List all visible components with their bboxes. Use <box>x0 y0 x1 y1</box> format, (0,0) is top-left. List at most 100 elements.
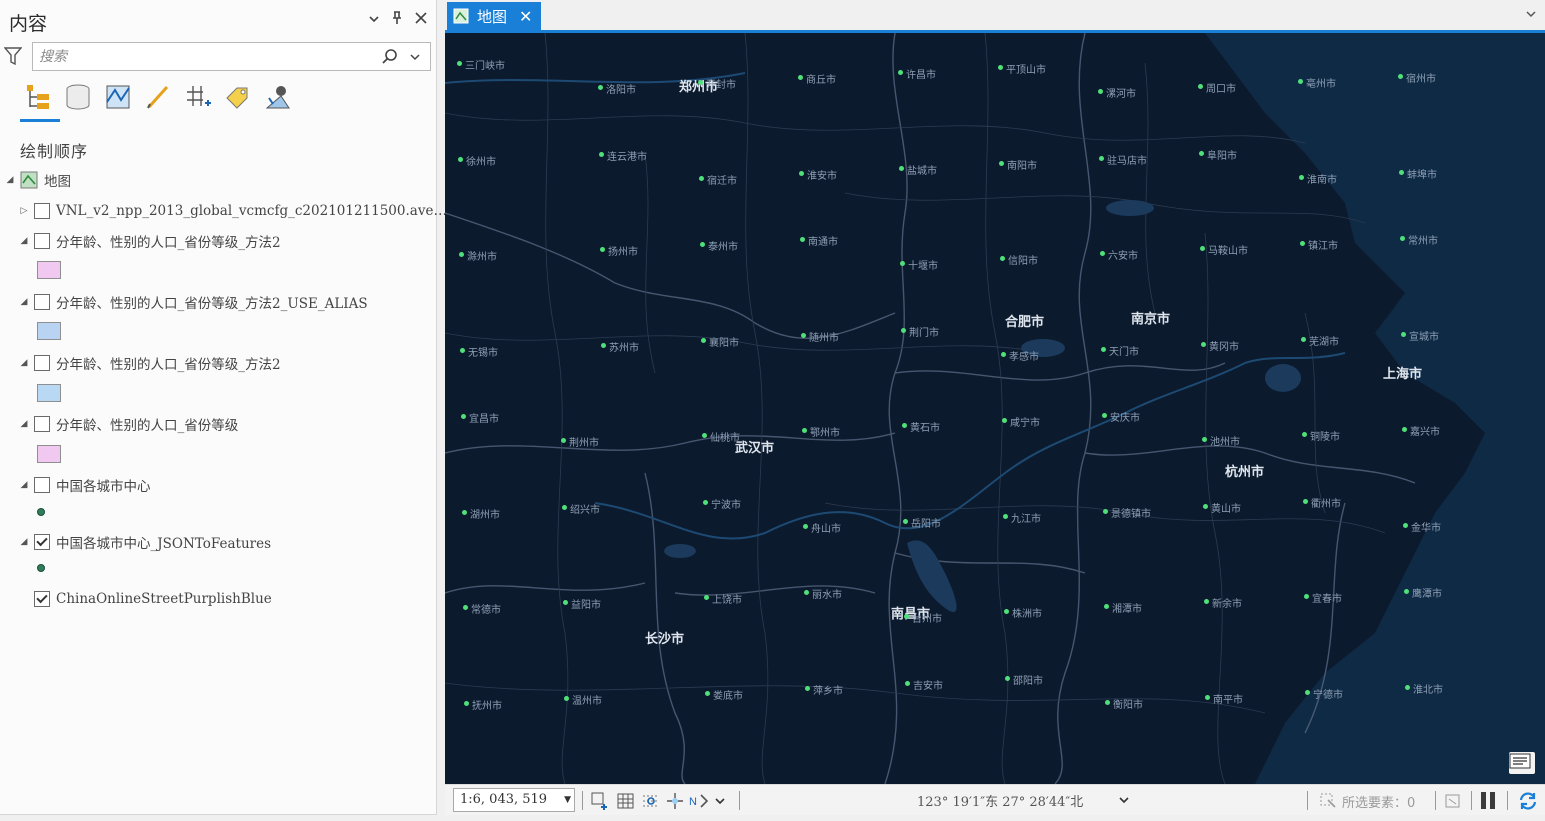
city-label: 平顶山市 <box>1006 65 1046 76</box>
navigation-options-chevron-icon[interactable] <box>713 791 733 811</box>
selected-features-icon[interactable] <box>1318 791 1338 811</box>
city-point <box>598 85 603 90</box>
city-label: 上海市 <box>1383 367 1423 382</box>
layer-row[interactable]: ◢ 分年龄、性别的人口_省份等级_方法2_USE_ALIAS <box>18 290 368 314</box>
data-source-icon[interactable] <box>60 78 96 116</box>
layer-row[interactable]: ◢ 分年龄、性别的人口_省份等级_方法2 <box>18 229 281 253</box>
city-label: 台州市 <box>912 614 942 625</box>
map-node[interactable]: ◢ 地图 <box>4 168 71 192</box>
city-label: 周口市 <box>1206 84 1236 95</box>
collapse-triangle-icon[interactable]: ◢ <box>18 358 30 368</box>
layer-row[interactable]: ChinaOnlineStreetPurplishBlue <box>18 587 272 611</box>
city-label: 仙桃市 <box>710 433 740 444</box>
collapse-triangle-icon[interactable]: ◢ <box>18 480 30 490</box>
search-field[interactable] <box>32 42 431 71</box>
layer-visibility-checkbox[interactable] <box>34 203 50 219</box>
city-point <box>898 70 903 75</box>
layer-visibility-checkbox[interactable] <box>34 294 50 310</box>
map-view: 地图 ✕ 郑州市 合肥市 南京市 上海市 武汉市 杭州市 南昌市 长沙市 三门峡… <box>445 0 1545 815</box>
collapse-triangle-icon[interactable]: ◢ <box>18 297 30 307</box>
city-label: 安庆市 <box>1110 413 1140 424</box>
layer-name: 中国各城市中心 <box>56 479 151 495</box>
snapping-icon[interactable] <box>180 78 216 116</box>
city-label: 南平市 <box>1213 694 1243 706</box>
city-label: 宿迁市 <box>707 175 737 187</box>
crosshair-icon[interactable] <box>665 791 685 811</box>
tabs-chevron-down-icon[interactable] <box>1525 8 1537 24</box>
perspective-imagery-icon[interactable] <box>260 78 296 116</box>
tab-map[interactable]: 地图 ✕ <box>447 2 541 30</box>
pane-options-chevron-icon[interactable] <box>364 9 384 31</box>
layer-visibility-checkbox[interactable] <box>34 416 50 432</box>
city-point <box>905 680 910 686</box>
layer-visibility-checkbox[interactable] <box>34 591 50 607</box>
city-point <box>459 252 464 257</box>
city-point <box>1003 513 1008 519</box>
layer-visibility-checkbox[interactable] <box>34 534 50 550</box>
point-symbol[interactable] <box>37 564 45 572</box>
city-point <box>704 595 709 600</box>
symbol-swatch[interactable] <box>37 384 61 402</box>
search-options-chevron-icon[interactable] <box>409 47 425 67</box>
city-label: 驻马店市 <box>1107 155 1147 167</box>
scale-dropdown[interactable]: 1:6, 043, 519 ▼ <box>453 788 575 812</box>
symbol-swatch[interactable] <box>37 445 61 463</box>
selection-icon[interactable] <box>100 78 136 116</box>
city-label: 随州市 <box>809 332 839 344</box>
city-point <box>562 504 567 510</box>
city-label: 鹰潭市 <box>1412 589 1442 600</box>
fixed-zoom-in-icon[interactable] <box>590 791 610 811</box>
layer-row[interactable]: ▷ VNL_v2_npp_2013_global_vcmcfg_c2021012… <box>18 199 447 223</box>
labeling-icon[interactable] <box>220 78 256 116</box>
symbol-swatch[interactable] <box>37 322 61 340</box>
layer-name: ChinaOnlineStreetPurplishBlue <box>56 591 272 607</box>
city-label: 武汉市 <box>735 441 775 456</box>
layer-row[interactable]: ◢ 分年龄、性别的人口_省份等级 <box>18 412 238 436</box>
overview-map-icon[interactable] <box>1509 752 1535 774</box>
layer-visibility-checkbox[interactable] <box>34 477 50 493</box>
search-icon[interactable] <box>380 47 400 67</box>
collapse-triangle-icon[interactable]: ◢ <box>18 236 30 246</box>
city-label: 抚州市 <box>472 700 502 712</box>
expand-triangle-icon[interactable]: ▷ <box>18 206 30 216</box>
map-canvas[interactable]: 郑州市 合肥市 南京市 上海市 武汉市 杭州市 南昌市 长沙市 三门峡市 洛阳市开… <box>445 33 1545 784</box>
contents-pane: 内容 搜索 绘制顺序 ◢ 地图 ▷ VNL_v2_npp_2013_global… <box>0 0 447 815</box>
scale-dropdown-arrow-icon[interactable]: ▼ <box>564 789 571 811</box>
basemap <box>445 33 1545 784</box>
search-input[interactable] <box>39 47 369 67</box>
collapse-triangle-icon[interactable]: ◢ <box>18 537 30 547</box>
point-symbol[interactable] <box>37 508 45 516</box>
symbol-swatch[interactable] <box>37 261 61 279</box>
pause-drawing-icon[interactable] <box>1481 792 1497 809</box>
layer-row[interactable]: ◢ 分年龄、性别的人口_省份等级_方法2 <box>18 351 281 375</box>
layer-visibility-checkbox[interactable] <box>34 355 50 371</box>
city-point <box>1205 694 1210 700</box>
layer-row[interactable]: ◢ 中国各城市中心 <box>18 473 151 497</box>
close-pane-icon[interactable] <box>411 9 431 31</box>
auto-hide-pin-icon[interactable] <box>387 9 407 31</box>
collapse-triangle-icon[interactable]: ◢ <box>18 419 30 429</box>
city-label: 衢州市 <box>1311 498 1341 510</box>
clear-selection-icon[interactable] <box>1443 791 1463 811</box>
layer-visibility-checkbox[interactable] <box>34 233 50 249</box>
city-label: 芜湖市 <box>1309 336 1339 348</box>
draw-order-icon[interactable] <box>20 78 56 116</box>
city-label: 镇江市 <box>1308 241 1338 252</box>
coordinate-format-chevron-icon[interactable] <box>1117 791 1131 812</box>
north-arrow-icon[interactable]: N <box>689 791 709 811</box>
refresh-icon[interactable] <box>1517 791 1537 811</box>
layer-name: 分年龄、性别的人口_省份等级 <box>56 418 239 434</box>
city-label: 开封市 <box>706 80 736 91</box>
snapping-toggle-icon[interactable] <box>641 791 661 811</box>
filter-icon[interactable] <box>3 46 24 68</box>
city-label: 衡阳市 <box>1113 699 1143 711</box>
grid-icon[interactable] <box>616 791 636 811</box>
city-point <box>700 242 705 247</box>
layer-row[interactable]: ◢ 中国各城市中心_JSONToFeatures <box>18 530 271 554</box>
close-tab-icon[interactable]: ✕ <box>519 7 532 26</box>
city-point <box>1299 174 1304 180</box>
city-point <box>1405 684 1410 690</box>
editing-icon[interactable] <box>140 78 176 116</box>
city-point <box>1102 413 1107 418</box>
collapse-triangle-icon[interactable]: ◢ <box>4 175 16 185</box>
